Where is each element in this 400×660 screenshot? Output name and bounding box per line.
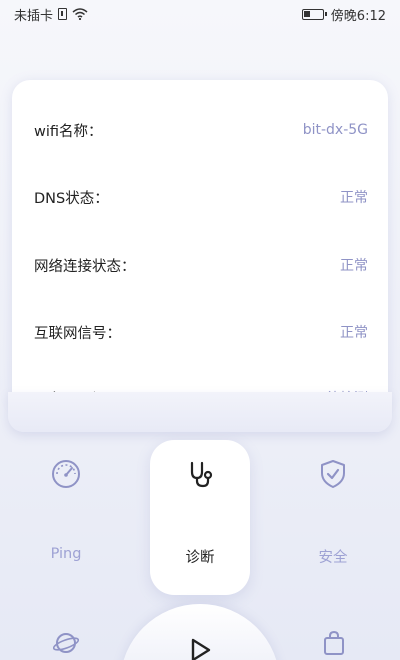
info-row-wifi: wifi名称： bit-dx-5G (34, 119, 368, 141)
nav-diagnose-label: 诊断 (185, 550, 215, 566)
nav-security-label: 安全 (318, 550, 348, 566)
info-row-label: wifi名称： (34, 123, 103, 140)
nav-ping[interactable]: Ping (16, 440, 116, 595)
info-row-dns: DNS状态： 正常 (34, 186, 368, 208)
status-bar: 未插卡 傍晚6:12 (0, 0, 400, 28)
shopping-bag-icon[interactable] (321, 630, 347, 656)
shield-check-icon (321, 460, 345, 488)
nav-diagnose[interactable]: 诊断 (150, 440, 250, 595)
speedometer-icon (52, 460, 80, 488)
status-left: 未插卡 (14, 5, 88, 24)
nav-ping-label: Ping (50, 546, 82, 562)
info-row-label: 互联网信号： (34, 325, 121, 342)
info-row-label: DNS状态： (34, 190, 109, 207)
battery-icon (301, 8, 327, 20)
sim-icon (58, 8, 68, 20)
clock-text: 傍晚6:12 (330, 8, 386, 24)
nav-security[interactable]: 安全 (283, 440, 383, 595)
info-row-label: 网络连接状态： (34, 258, 136, 275)
network-info-card: wifi名称： bit-dx-5G DNS状态： 正常 网络连接状态： 正常 互… (12, 80, 388, 410)
play-icon[interactable] (186, 636, 214, 660)
planet-icon[interactable] (53, 630, 79, 656)
card-scroll-fade (8, 392, 392, 432)
info-row-value: 正常 (340, 190, 368, 206)
info-row-connection: 网络连接状态： 正常 (34, 254, 368, 276)
wifi-icon (72, 8, 88, 20)
info-row-value: 正常 (340, 325, 368, 341)
info-row-internet: 互联网信号： 正常 (34, 321, 368, 343)
stethoscope-icon (190, 461, 213, 488)
info-row-value: 正常 (340, 258, 368, 274)
carrier-text: 未插卡 (14, 8, 54, 24)
status-right: 傍晚6:12 (301, 5, 386, 24)
info-row-value: bit-dx-5G (302, 122, 368, 138)
